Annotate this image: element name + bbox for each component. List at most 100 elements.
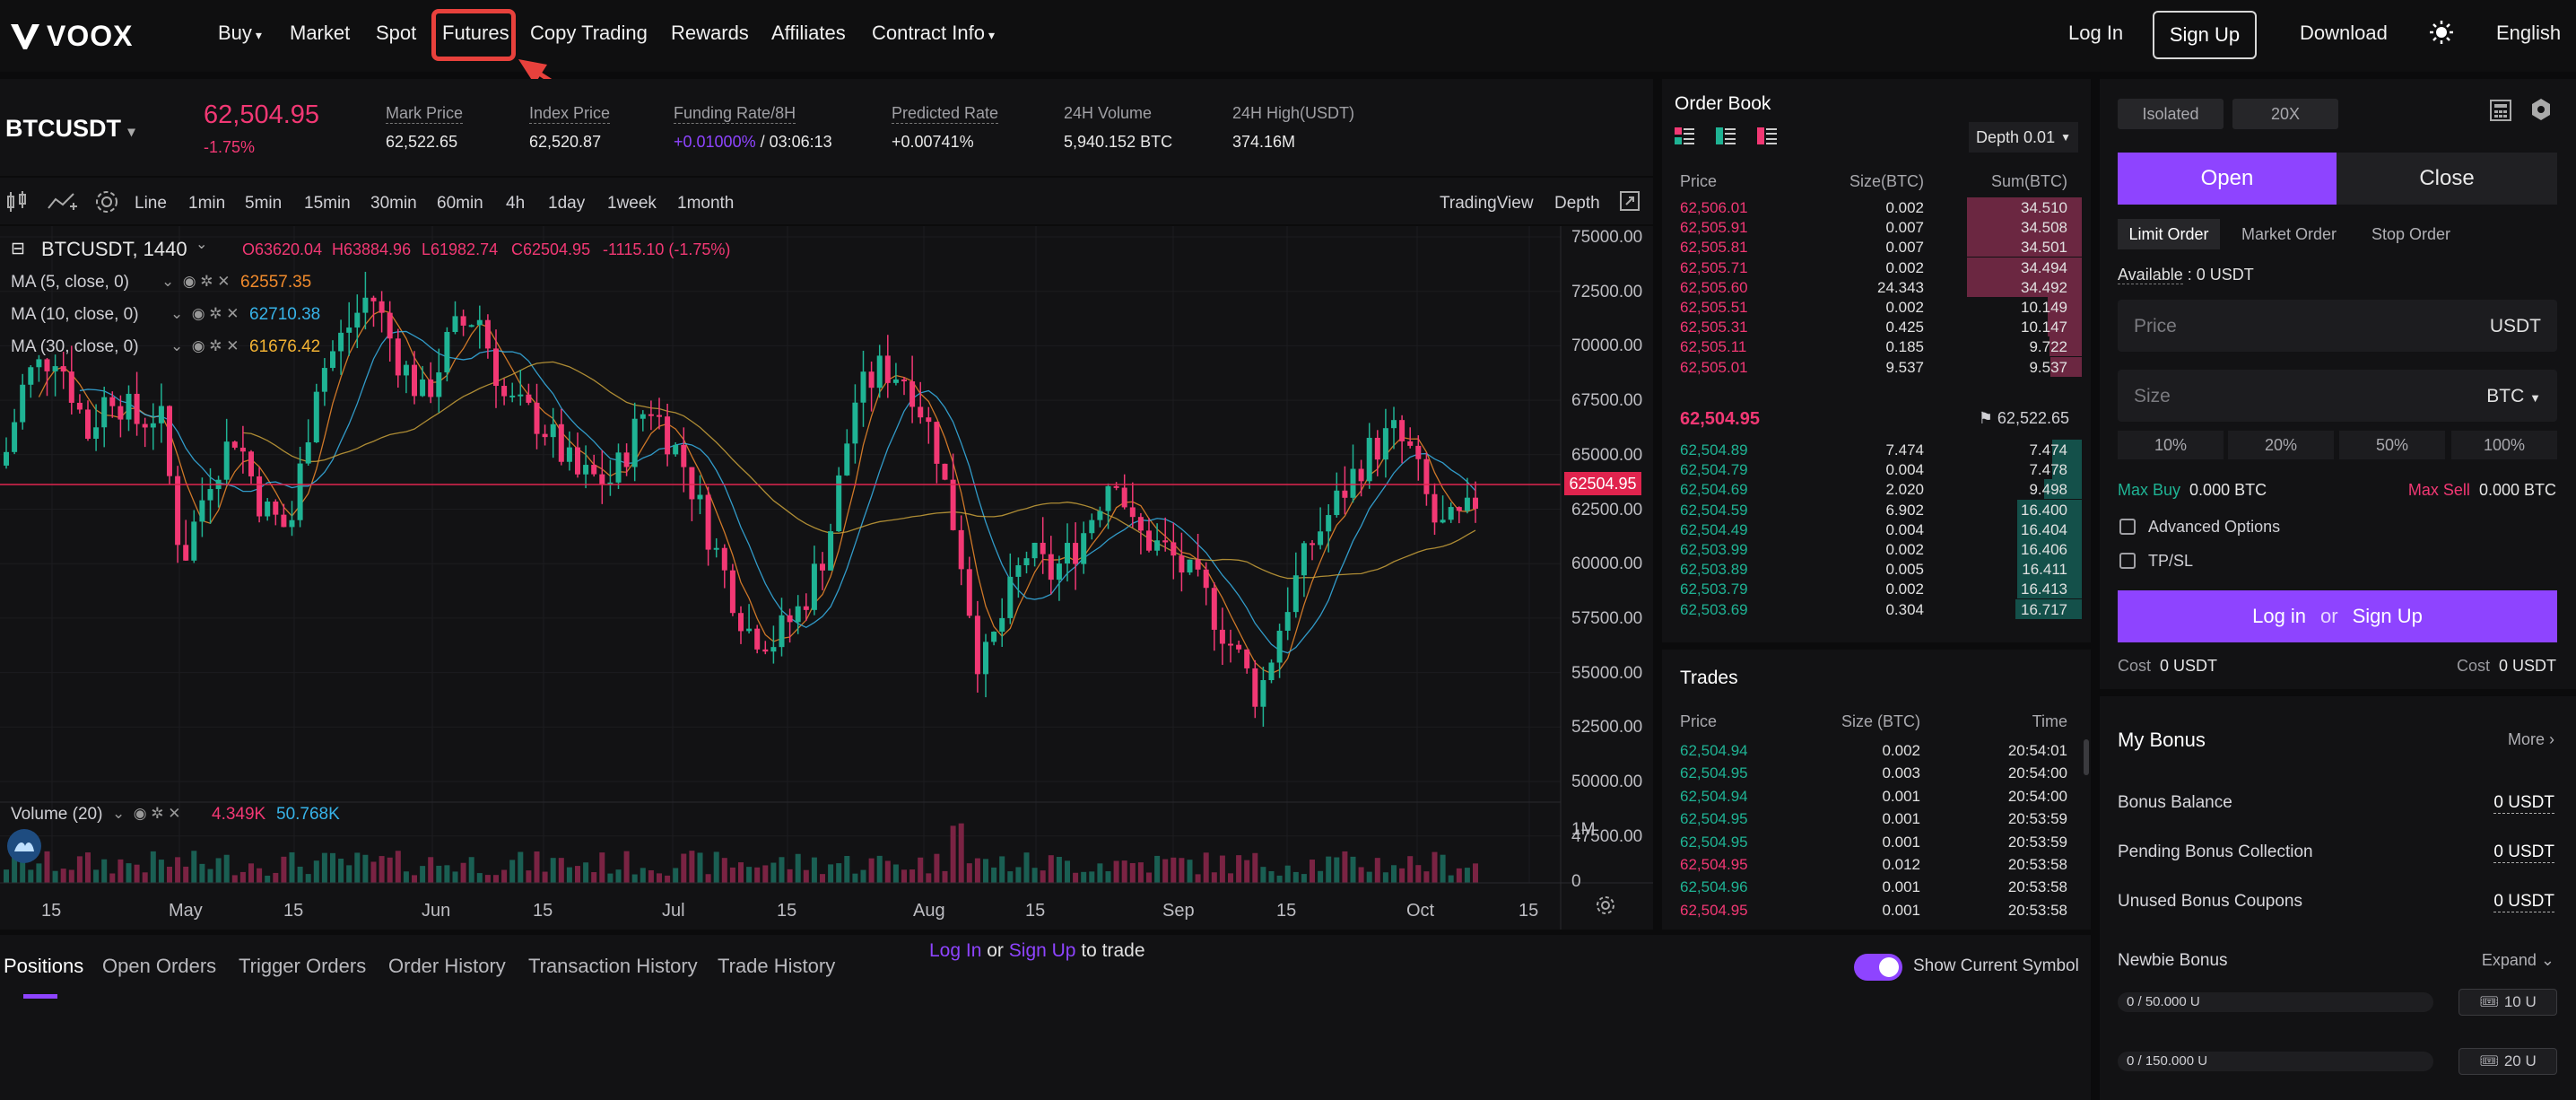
ma10-controls-icon[interactable]: ⌄ ◉ ✲ ✕ bbox=[170, 305, 239, 323]
tab-trigger-orders[interactable]: Trigger Orders bbox=[239, 955, 366, 978]
ask-row[interactable]: 62,505.81 0.007 34.501 bbox=[1662, 237, 2091, 258]
depth-tab[interactable]: Depth bbox=[1554, 194, 1600, 214]
market-order-tab[interactable]: Market Order bbox=[2241, 225, 2337, 244]
view-asks-icon[interactable] bbox=[1757, 127, 1777, 151]
nav-copy-trading[interactable]: Copy Trading bbox=[530, 22, 648, 45]
x-tick: Aug bbox=[913, 901, 945, 921]
show-current-symbol-toggle[interactable] bbox=[1854, 954, 1902, 981]
language-selector[interactable]: English bbox=[2496, 22, 2561, 45]
bid-row[interactable]: 62,504.59 6.902 16.400 bbox=[1662, 499, 2091, 519]
legend-chevron-icon[interactable]: ⌄ bbox=[196, 235, 207, 253]
bid-row[interactable]: 62,503.69 0.304 16.717 bbox=[1662, 598, 2091, 619]
tab-open-orders[interactable]: Open Orders bbox=[102, 955, 216, 978]
calculator-icon[interactable] bbox=[2489, 99, 2512, 127]
ask-row[interactable]: 62,506.01 0.002 34.510 bbox=[1662, 197, 2091, 217]
newbie-bonus-label: Newbie Bonus bbox=[2118, 951, 2228, 970]
bid-row[interactable]: 62,504.69 2.020 9.498 bbox=[1662, 479, 2091, 500]
nav-affiliates[interactable]: Affiliates bbox=[771, 22, 846, 45]
limit-order-tab[interactable]: Limit Order bbox=[2118, 219, 2220, 249]
depth-selector[interactable]: Depth 0.01 ▼ bbox=[1969, 122, 2078, 153]
interval-1month[interactable]: 1month bbox=[677, 194, 734, 214]
prompt-login-link[interactable]: Log In bbox=[929, 940, 981, 961]
tradingview-logo-icon[interactable] bbox=[7, 829, 41, 863]
interval-4h[interactable]: 4h bbox=[506, 194, 525, 214]
ma30-controls-icon[interactable]: ⌄ ◉ ✲ ✕ bbox=[170, 337, 239, 355]
pct-100-button[interactable]: 100% bbox=[2451, 431, 2557, 459]
interval-5min[interactable]: 5min bbox=[245, 194, 282, 214]
expand-button[interactable]: Expand ⌄ bbox=[2482, 951, 2554, 970]
view-both-icon[interactable] bbox=[1675, 127, 1694, 151]
interval-30min[interactable]: 30min bbox=[370, 194, 417, 214]
form-login-link[interactable]: Log in bbox=[2252, 605, 2306, 628]
indicator-icon[interactable] bbox=[47, 190, 77, 219]
open-tab-button[interactable]: Open bbox=[2118, 153, 2337, 205]
login-or-signup-button[interactable]: Log in or Sign Up bbox=[2118, 590, 2557, 642]
form-signup-link[interactable]: Sign Up bbox=[2353, 605, 2423, 628]
bid-row[interactable]: 62,504.79 0.004 7.478 bbox=[1662, 459, 2091, 480]
login-link[interactable]: Log In bbox=[2068, 22, 2123, 45]
legend-collapse-icon[interactable]: ⊟ bbox=[11, 239, 25, 259]
time-axis-settings-icon[interactable] bbox=[1595, 895, 1616, 921]
bid-row[interactable]: 62,503.89 0.005 16.411 bbox=[1662, 559, 2091, 580]
stop-order-tab[interactable]: Stop Order bbox=[2371, 225, 2450, 244]
theme-toggle-icon[interactable] bbox=[2429, 20, 2454, 50]
pct-50-button[interactable]: 50% bbox=[2339, 431, 2445, 459]
tab-transaction-history[interactable]: Transaction History bbox=[528, 955, 698, 978]
nav-buy[interactable]: Buy ▾ bbox=[218, 22, 262, 45]
margin-mode-button[interactable]: Isolated bbox=[2118, 99, 2224, 129]
volume-controls-icon[interactable]: ⌄ ◉ ✲ ✕ bbox=[112, 805, 180, 823]
size-input[interactable]: Size BTC ▼ bbox=[2118, 370, 2557, 422]
bid-row[interactable]: 62,503.79 0.002 16.413 bbox=[1662, 579, 2091, 599]
close-tab-button[interactable]: Close bbox=[2337, 153, 2557, 205]
fullscreen-icon[interactable] bbox=[1619, 190, 1640, 217]
bid-row[interactable]: 62,503.99 0.002 16.406 bbox=[1662, 539, 2091, 559]
ask-row[interactable]: 62,505.31 0.425 10.147 bbox=[1662, 317, 2091, 337]
x-tick: 15 bbox=[1276, 901, 1297, 921]
pct-20-button[interactable]: 20% bbox=[2228, 431, 2334, 459]
trade-row: 62,504.95 0.001 20:53:59 bbox=[1680, 833, 2067, 851]
pct-10-button[interactable]: 10% bbox=[2118, 431, 2224, 459]
interval-line[interactable]: Line bbox=[135, 194, 167, 214]
bid-row[interactable]: 62,504.49 0.004 16.404 bbox=[1662, 519, 2091, 539]
size-unit-selector[interactable]: BTC ▼ bbox=[2486, 386, 2541, 407]
price-chart[interactable]: 75000.00 72500.00 70000.00 67500.00 65000.00… bbox=[0, 226, 1653, 930]
nav-market[interactable]: Market bbox=[290, 22, 350, 45]
tradingview-tab[interactable]: TradingView bbox=[1440, 194, 1534, 214]
leverage-button[interactable]: 20X bbox=[2232, 99, 2338, 129]
signup-button[interactable]: Sign Up bbox=[2153, 11, 2257, 59]
ask-row[interactable]: 62,505.11 0.185 9.722 bbox=[1662, 336, 2091, 357]
ticker-bar: BTCUSDT ▾ 62,504.95 -1.75% Mark Price 62… bbox=[0, 79, 1653, 176]
interval-1min[interactable]: 1min bbox=[188, 194, 225, 214]
chart-settings-icon[interactable] bbox=[93, 188, 120, 221]
interval-60min[interactable]: 60min bbox=[437, 194, 483, 214]
logo[interactable]: VOOX bbox=[9, 18, 133, 54]
nav-rewards[interactable]: Rewards bbox=[671, 22, 749, 45]
ask-row[interactable]: 62,505.91 0.007 34.508 bbox=[1662, 217, 2091, 238]
settings-icon[interactable] bbox=[2528, 97, 2554, 127]
interval-1day[interactable]: 1day bbox=[548, 194, 585, 214]
nav-contract-info[interactable]: Contract Info ▾ bbox=[872, 22, 995, 45]
download-link[interactable]: Download bbox=[2300, 22, 2388, 45]
ask-row[interactable]: 62,505.01 9.537 9.537 bbox=[1662, 356, 2091, 377]
ask-row[interactable]: 62,505.71 0.002 34.494 bbox=[1662, 257, 2091, 277]
interval-1week[interactable]: 1week bbox=[607, 194, 657, 214]
tab-trade-history[interactable]: Trade History bbox=[718, 955, 835, 978]
ask-row[interactable]: 62,505.60 24.343 34.492 bbox=[1662, 276, 2091, 297]
nav-spot[interactable]: Spot bbox=[376, 22, 416, 45]
ohlc-close: C62504.95 bbox=[511, 240, 591, 258]
prompt-signup-link[interactable]: Sign Up bbox=[1009, 940, 1076, 961]
candle-type-icon[interactable] bbox=[5, 190, 29, 219]
interval-15min[interactable]: 15min bbox=[304, 194, 351, 214]
symbol-selector[interactable]: BTCUSDT ▾ bbox=[5, 115, 135, 143]
view-bids-icon[interactable] bbox=[1716, 127, 1736, 151]
ask-row[interactable]: 62,505.51 0.002 10.149 bbox=[1662, 297, 2091, 317]
tab-order-history[interactable]: Order History bbox=[388, 955, 506, 978]
trades-scrollbar[interactable] bbox=[2084, 739, 2089, 775]
advanced-options-checkbox[interactable] bbox=[2119, 519, 2136, 535]
bid-row[interactable]: 62,504.89 7.474 7.474 bbox=[1662, 440, 2091, 459]
price-input[interactable]: Price USDT bbox=[2118, 300, 2557, 352]
ma5-controls-icon[interactable]: ⌄ ◉ ✲ ✕ bbox=[161, 273, 230, 291]
bonus-more-link[interactable]: More › bbox=[2508, 730, 2554, 749]
tpsl-checkbox[interactable] bbox=[2119, 553, 2136, 569]
tab-positions[interactable]: Positions bbox=[4, 955, 83, 978]
